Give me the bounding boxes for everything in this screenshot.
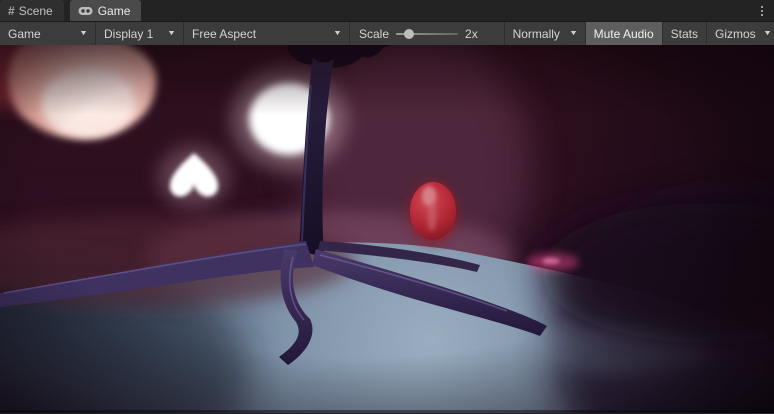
vignette: [0, 45, 774, 413]
play-mode-dropdown[interactable]: Normally ▼: [504, 22, 586, 45]
display-mode-dropdown[interactable]: Game ▼: [0, 22, 96, 45]
kebab-menu-icon[interactable]: [759, 4, 765, 18]
mute-audio-button[interactable]: Mute Audio: [586, 22, 663, 45]
game-view-toolbar: Game ▼ Display 1 ▼ Free Aspect ▼ Scale 2…: [0, 22, 774, 45]
aspect-ratio-dropdown[interactable]: Free Aspect ▼: [184, 22, 350, 45]
display-target-label: Display 1: [104, 27, 153, 41]
scale-slider[interactable]: [396, 28, 458, 40]
gizmos-dropdown[interactable]: Gizmos ▼: [707, 22, 774, 45]
game-render-canvas: [0, 45, 774, 413]
game-viewport[interactable]: [0, 45, 774, 413]
scale-control: Scale 2x: [350, 22, 490, 45]
chevron-down-icon: ▼: [79, 30, 88, 37]
tab-bar: # Scene Game: [0, 0, 774, 22]
chevron-down-icon: ▼: [167, 30, 176, 37]
tab-scene[interactable]: # Scene: [0, 0, 64, 21]
scale-label: Scale: [359, 27, 389, 41]
gamepad-icon: [78, 6, 93, 16]
tab-game[interactable]: Game: [70, 0, 142, 21]
tab-scene-label: Scene: [19, 4, 53, 18]
chevron-down-icon: ▼: [569, 30, 578, 37]
bottom-edge: [0, 410, 774, 413]
play-mode-label: Normally: [513, 27, 560, 41]
tab-game-label: Game: [98, 4, 131, 18]
stats-label: Stats: [671, 27, 698, 41]
display-mode-label: Game: [8, 27, 41, 41]
mute-audio-label: Mute Audio: [594, 27, 654, 41]
aspect-ratio-label: Free Aspect: [192, 27, 256, 41]
unity-game-view-window: # Scene Game Game ▼ Display 1 ▼ Free A: [0, 0, 774, 414]
display-target-dropdown[interactable]: Display 1 ▼: [96, 22, 184, 45]
gizmos-label: Gizmos: [715, 27, 756, 41]
chevron-down-icon: ▼: [763, 30, 772, 37]
chevron-down-icon: ▼: [333, 30, 342, 37]
scale-slider-handle[interactable]: [404, 29, 414, 39]
grid-icon: #: [8, 4, 14, 18]
toolbar-spacer: [490, 22, 504, 45]
scale-value: 2x: [465, 27, 481, 41]
stats-button[interactable]: Stats: [663, 22, 707, 45]
